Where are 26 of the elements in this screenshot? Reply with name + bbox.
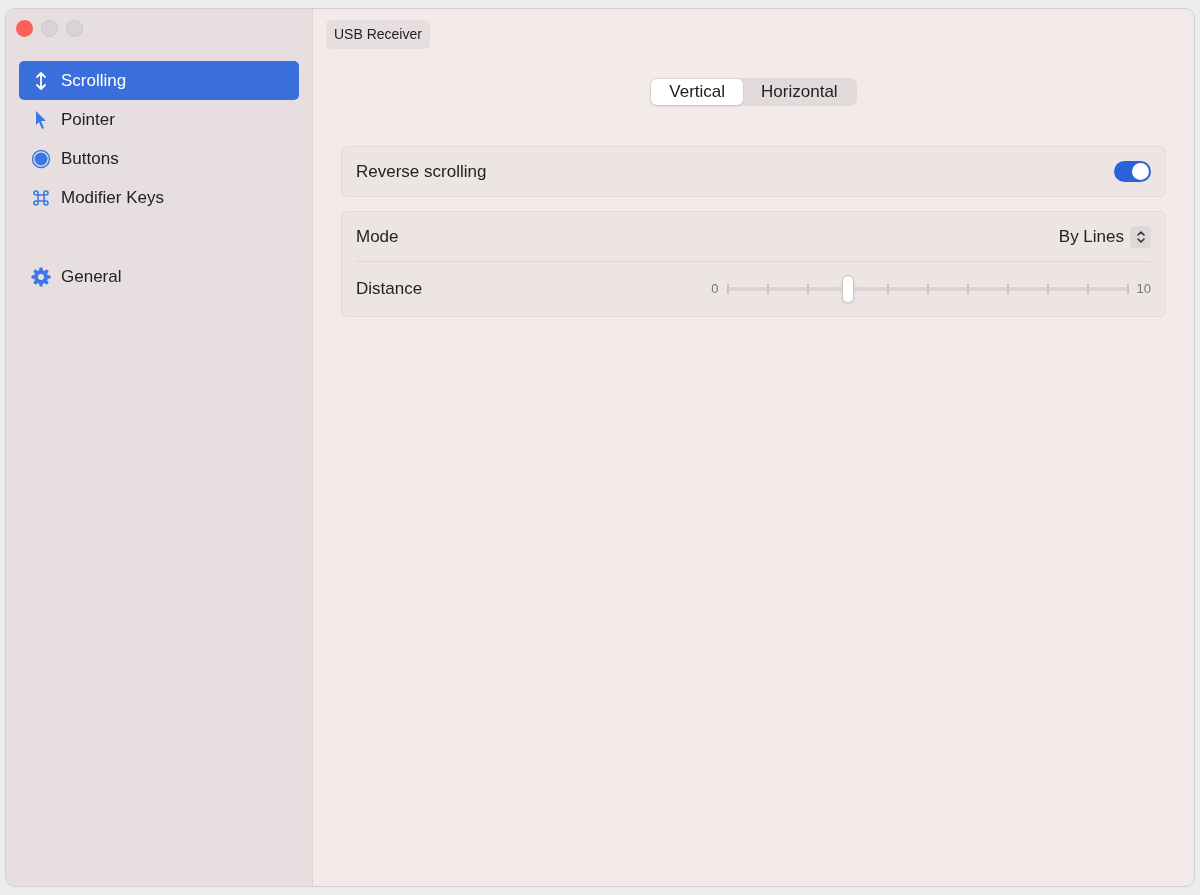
slider-min-label: 0	[711, 280, 719, 299]
pointer-icon	[34, 109, 48, 130]
gear-icon	[31, 266, 51, 287]
minimize-button[interactable]	[41, 20, 58, 37]
toggle-switch[interactable]	[1114, 161, 1151, 182]
zoom-button[interactable]	[66, 20, 83, 37]
chevron-up-down-icon	[1135, 229, 1146, 244]
distance-slider[interactable]	[726, 277, 1129, 301]
sidebar-item[interactable]: Buttons	[19, 139, 299, 178]
slider-thumb[interactable]	[841, 275, 854, 303]
segment-tab[interactable]: Horizontal	[743, 79, 856, 105]
slider-max-label: 10	[1136, 280, 1151, 299]
sidebar-item[interactable]: Scrolling	[19, 61, 299, 100]
mode-dropdown[interactable]: By Lines	[1058, 223, 1151, 250]
sidebar-item[interactable]: General	[19, 257, 299, 296]
command-key-icon	[31, 187, 51, 208]
device-tab[interactable]: USB Receiver	[326, 20, 430, 49]
setting-label: Distance	[356, 278, 423, 301]
close-button[interactable]	[16, 20, 33, 37]
sidebar-item[interactable]: Modifier Keys	[19, 178, 299, 217]
segment-tab[interactable]: Vertical	[651, 79, 744, 105]
setting-label: Mode	[356, 225, 399, 248]
setting-label: Reverse scrolling	[356, 160, 487, 183]
circle-icon	[31, 148, 51, 169]
up-down-arrow-icon	[34, 70, 48, 91]
sidebar-item[interactable]: Pointer	[19, 100, 299, 139]
